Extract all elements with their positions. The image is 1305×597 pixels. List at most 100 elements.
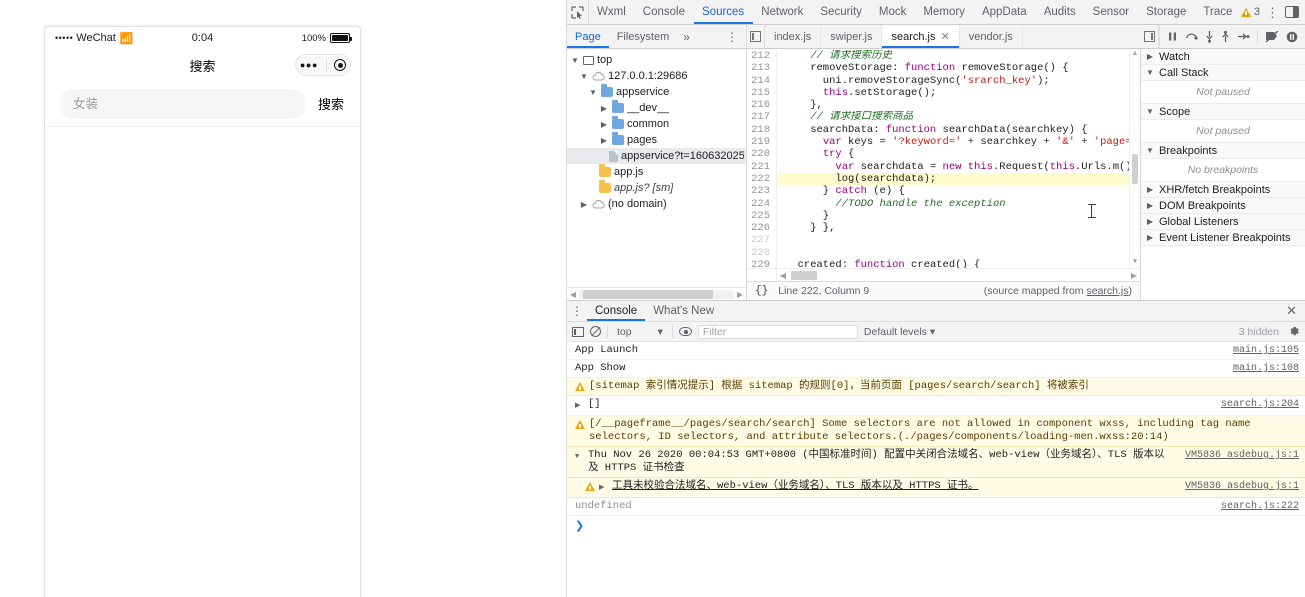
scrollbar-thumb[interactable] — [1132, 154, 1138, 184]
capsule-target-icon[interactable] — [334, 59, 347, 71]
line-number[interactable]: 228 — [747, 246, 777, 260]
console-message-source-link[interactable]: main.js:105 — [1223, 344, 1299, 357]
step-over-icon[interactable] — [1185, 31, 1198, 42]
line-number[interactable]: 218 — [747, 123, 777, 137]
scroll-left-icon[interactable]: ◀ — [567, 290, 579, 299]
dock-side-icon[interactable] — [1285, 6, 1299, 18]
console-filter-input[interactable] — [697, 324, 858, 339]
tree-node-no-domain[interactable]: ▶ (no domain) — [567, 196, 746, 212]
drawer-tab-whats-new[interactable]: What's New — [645, 301, 722, 321]
gear-icon[interactable] — [1287, 325, 1300, 338]
console-message[interactable]: [/__pageframe__/pages/search/search] Som… — [567, 416, 1305, 447]
twisty-icon[interactable]: ▶ — [599, 120, 609, 129]
line-number[interactable]: 212 — [747, 50, 777, 63]
console-message-source-link[interactable]: search.js:222 — [1211, 500, 1299, 513]
tab-network[interactable]: Network — [753, 0, 812, 24]
twisty-icon[interactable]: ▶ — [599, 482, 608, 495]
tab-console[interactable]: Console — [634, 0, 693, 24]
code-line[interactable]: 217 // 请求接口搜索商品 — [747, 111, 1140, 124]
code-line[interactable]: 223 } catch (e) { — [747, 185, 1140, 198]
close-icon[interactable]: ✕ — [941, 30, 950, 43]
line-number[interactable]: 219 — [747, 136, 777, 149]
console-message[interactable]: undefined search.js:222 — [567, 498, 1305, 516]
twisty-icon[interactable]: ▼ — [575, 451, 584, 464]
twisty-icon[interactable]: ▼ — [1145, 146, 1155, 155]
line-number[interactable]: 225 — [747, 209, 777, 223]
tab-sensor[interactable]: Sensor — [1084, 0, 1137, 24]
panel-watch[interactable]: ▶ Watch — [1141, 49, 1305, 65]
scrollbar-thumb[interactable] — [583, 289, 713, 299]
twisty-icon[interactable]: ▶ — [1145, 52, 1155, 61]
tab-mock[interactable]: Mock — [870, 0, 914, 24]
console-message[interactable]: ▶ 工具未校验合法域名、web-view（业务域名）、TLS 版本以及 HTTPS… — [567, 478, 1305, 498]
tree-node-host[interactable]: ▼ 127.0.0.1:29686 — [567, 68, 746, 84]
navigator-kebab-icon[interactable]: ⋮ — [726, 30, 746, 44]
twisty-icon[interactable]: ▶ — [1145, 201, 1155, 210]
tab-appdata[interactable]: AppData — [973, 0, 1035, 24]
code-line[interactable]: 212 // 请求搜索历史 — [747, 50, 1140, 63]
tree-node-top[interactable]: ▼ top — [567, 52, 746, 68]
wechat-capsule[interactable]: ●●● — [295, 54, 351, 76]
twisty-icon[interactable]: ▶ — [1145, 233, 1155, 242]
scroll-down-icon[interactable]: ▼ — [1130, 257, 1140, 268]
tree-node-appservice-folder[interactable]: ▼ appservice — [567, 84, 746, 100]
line-number[interactable]: 220 — [747, 148, 777, 161]
line-number[interactable]: 223 — [747, 185, 777, 198]
line-number[interactable]: 224 — [747, 197, 777, 210]
step-into-icon[interactable] — [1205, 30, 1214, 43]
scroll-right-icon[interactable]: ▶ — [734, 290, 746, 299]
tab-sources[interactable]: Sources — [694, 0, 753, 24]
line-number[interactable]: 226 — [747, 222, 777, 235]
step-out-icon[interactable] — [1221, 30, 1230, 43]
code-line[interactable]: 222 log(searchdata); — [747, 172, 1140, 186]
editor-tab-index-js[interactable]: index.js — [765, 25, 822, 48]
log-levels-select[interactable]: Default levels ▾ — [864, 326, 935, 338]
scrollbar-track[interactable] — [789, 270, 1128, 280]
code-line[interactable]: 216 }, — [747, 99, 1140, 112]
code-line[interactable]: 227 — [747, 234, 1140, 247]
step-icon[interactable] — [1237, 31, 1250, 42]
tab-security[interactable]: Security — [812, 0, 871, 24]
line-number[interactable]: 217 — [747, 111, 777, 124]
tab-trace[interactable]: Trace — [1195, 0, 1241, 24]
search-button[interactable]: 搜索 — [316, 94, 346, 113]
editor-horizontal-scrollbar[interactable]: ◀ ▶ — [747, 268, 1140, 281]
editor-tab-search-js[interactable]: search.js ✕ — [882, 25, 960, 48]
twisty-icon[interactable]: ▶ — [1145, 185, 1155, 194]
code-line[interactable]: 224 //TODO handle the exception — [747, 197, 1140, 210]
console-message[interactable]: ▶ [] search.js:204 — [567, 396, 1305, 416]
source-map-link[interactable]: search.js — [1086, 285, 1128, 297]
tab-wxml[interactable]: Wxml — [589, 0, 635, 24]
panel-scope[interactable]: ▼ Scope — [1141, 104, 1305, 120]
twisty-icon[interactable]: ▼ — [1145, 107, 1155, 116]
code-line[interactable]: 214 uni.removeStorageSync('srarch_key'); — [747, 74, 1140, 87]
scroll-right-icon[interactable]: ▶ — [1128, 271, 1140, 280]
code-line[interactable]: 225 } — [747, 209, 1140, 223]
editor-tab-swiper-js[interactable]: swiper.js — [821, 25, 883, 48]
line-number[interactable]: 222 — [747, 172, 777, 186]
code-line[interactable]: 226 } }, — [747, 222, 1140, 235]
code-line[interactable]: 228 — [747, 246, 1140, 260]
twisty-icon[interactable]: ▼ — [1145, 68, 1155, 77]
code-line[interactable]: 219 var keys = '?keyword=' + searchkey +… — [747, 136, 1140, 149]
line-number[interactable]: 214 — [747, 74, 777, 87]
pause-on-exceptions-icon[interactable] — [1286, 31, 1298, 43]
tab-page[interactable]: Page — [567, 25, 609, 48]
code-line[interactable]: 220 try { — [747, 148, 1140, 161]
console-prompt[interactable]: ❯ — [567, 516, 1305, 536]
twisty-icon[interactable]: ▶ — [599, 104, 609, 113]
tab-audits[interactable]: Audits — [1035, 0, 1084, 24]
tree-node-app-js[interactable]: app.js — [567, 164, 746, 180]
scrollbar-thumb[interactable] — [791, 270, 817, 280]
line-number[interactable]: 216 — [747, 99, 777, 112]
tree-node-pages[interactable]: ▶ pages — [567, 132, 746, 148]
code-editor[interactable]: 212 // 请求搜索历史 213 removeStorage: function… — [747, 49, 1140, 268]
search-input[interactable] — [59, 88, 306, 119]
console-message[interactable]: App Launch main.js:105 — [567, 342, 1305, 360]
kebab-menu-icon[interactable]: ⋮ — [1266, 6, 1279, 19]
code-line[interactable]: 221 var searchdata = new this.Request(th… — [747, 160, 1140, 173]
twisty-icon[interactable]: ▼ — [579, 72, 589, 81]
twisty-icon[interactable]: ▶ — [599, 136, 609, 145]
twisty-icon[interactable]: ▼ — [570, 56, 580, 65]
editor-tab-vendor-js[interactable]: vendor.js — [960, 25, 1023, 48]
